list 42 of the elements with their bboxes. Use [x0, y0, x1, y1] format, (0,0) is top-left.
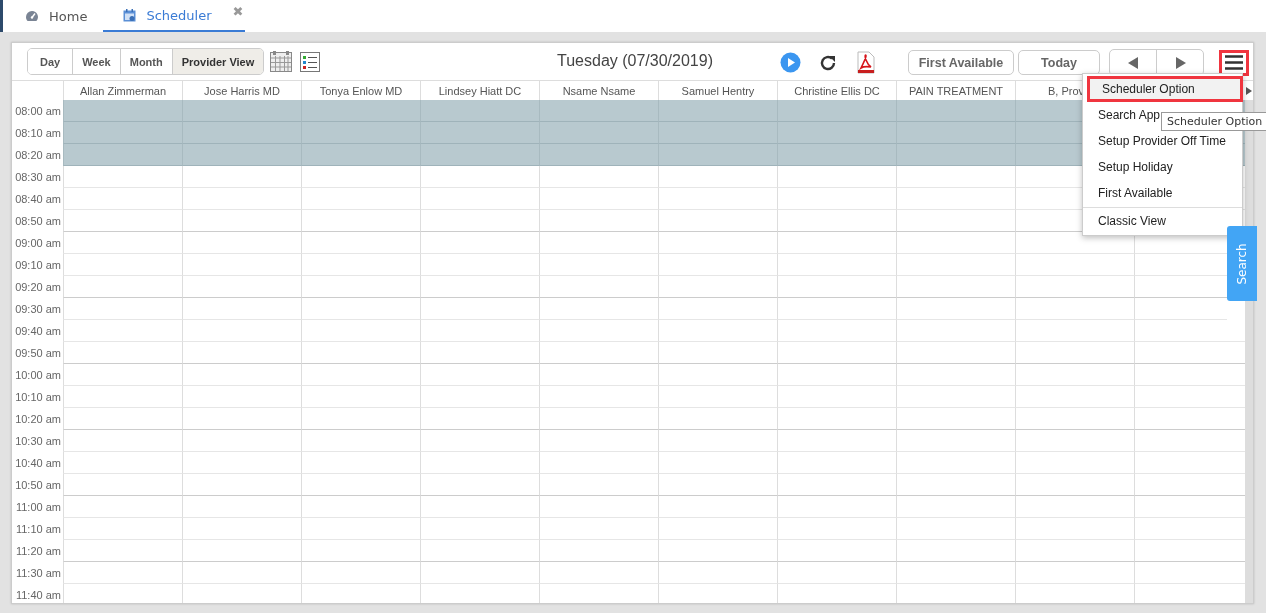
time-label: 09:10 am — [12, 254, 63, 276]
menu-item[interactable]: Setup Provider Off Time — [1083, 128, 1242, 154]
menu-item[interactable]: Scheduler Option — [1087, 76, 1243, 102]
menu-item[interactable]: First Available — [1083, 180, 1242, 206]
pdf-icon[interactable] — [857, 51, 875, 74]
time-label: 09:30 am — [12, 298, 63, 320]
date-title: Tuesday (07/30/2019) — [557, 52, 713, 70]
menu-icon — [1225, 55, 1243, 70]
time-label: 08:40 am — [12, 188, 63, 210]
time-label: 11:10 am — [12, 518, 63, 540]
time-label: 10:40 am — [12, 452, 63, 474]
tooltip: Scheduler Option — [1161, 112, 1266, 131]
time-label: 08:50 am — [12, 210, 63, 232]
time-label: 09:50 am — [12, 342, 63, 364]
time-label: 09:00 am — [12, 232, 63, 254]
right-arrow-icon — [1174, 56, 1186, 69]
time-label: 09:40 am — [12, 320, 63, 342]
time-label: 08:30 am — [12, 166, 63, 188]
left-arrow-icon — [1127, 56, 1139, 69]
time-label: 09:20 am — [12, 276, 63, 298]
play-icon[interactable] — [780, 52, 801, 73]
time-label: 10:20 am — [12, 408, 63, 430]
first-available-button[interactable]: First Available — [908, 50, 1014, 75]
time-label: 10:30 am — [12, 430, 63, 452]
time-label: 10:10 am — [12, 386, 63, 408]
scroll-right-icon[interactable] — [1246, 86, 1252, 95]
calendar-grid-icon[interactable] — [270, 51, 293, 72]
time-label: 11:20 am — [12, 540, 63, 562]
time-label: 11:40 am — [12, 584, 63, 603]
time-label: 10:00 am — [12, 364, 63, 386]
calendar-icon — [123, 8, 137, 22]
view-tab[interactable]: Provider View — [171, 49, 264, 74]
today-button[interactable]: Today — [1018, 50, 1100, 75]
time-label: 10:50 am — [12, 474, 63, 496]
tab[interactable]: Scheduler ✖ — [103, 0, 246, 32]
menu-item[interactable]: Setup Holiday — [1083, 154, 1242, 180]
time-label: 11:00 am — [12, 496, 63, 518]
gauge-icon — [25, 10, 39, 22]
refresh-icon[interactable] — [819, 53, 837, 72]
time-label: 11:30 am — [12, 562, 63, 584]
tab[interactable]: Home — [23, 0, 100, 32]
list-icon[interactable] — [300, 51, 321, 72]
